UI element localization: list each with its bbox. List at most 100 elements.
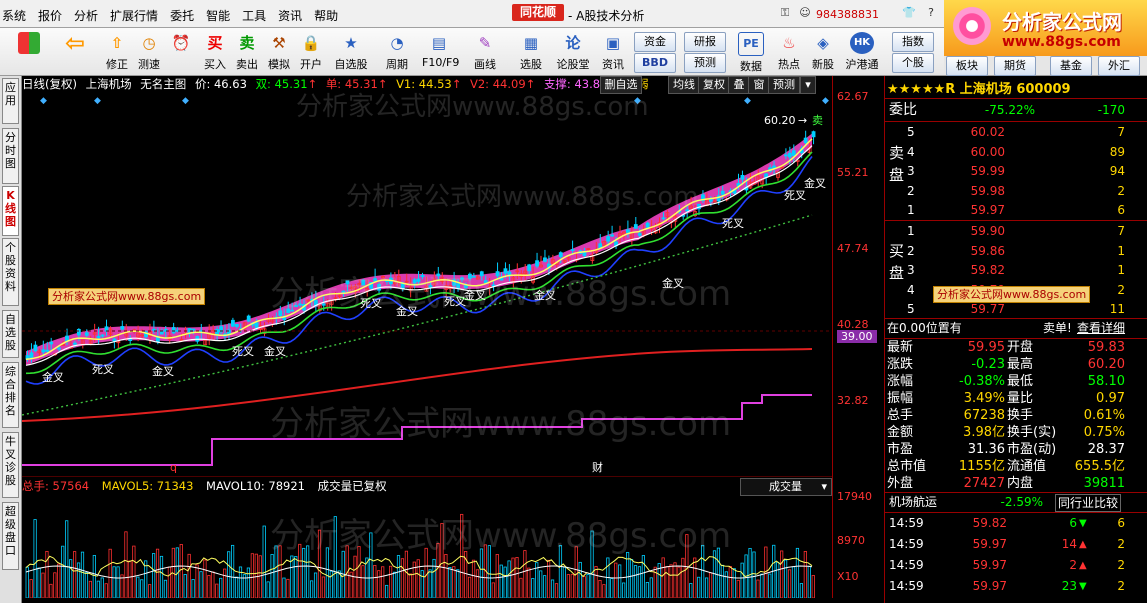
simulate-button[interactable]: ⚒ 模拟	[262, 30, 296, 72]
volume-bar	[527, 567, 531, 598]
f10-button[interactable]: ▤ F10/F9	[422, 30, 459, 72]
tab-ranking[interactable]: 综合排名	[2, 362, 19, 428]
index-button[interactable]: 指数	[892, 32, 934, 52]
stat-value: 39811	[1083, 476, 1125, 491]
sell-signal-label: 卖	[812, 114, 823, 127]
buy-order-row[interactable]: 1 59.90 7	[885, 222, 1147, 241]
menu-smart[interactable]: 智能	[206, 7, 230, 24]
volume-bar	[701, 544, 705, 598]
tab-stock-info[interactable]: 个股资料	[2, 238, 19, 306]
buy-button[interactable]: 买 买入	[198, 30, 232, 72]
indicator-dropdown-value: 成交量	[769, 480, 802, 493]
speedtest-button[interactable]: ◷ 测速	[132, 30, 166, 72]
fix-button[interactable]: ⇧ 修正	[100, 30, 134, 72]
forecast-button[interactable]: 预测	[684, 53, 726, 73]
ma-button[interactable]: 均线	[668, 76, 700, 94]
view-detail-link[interactable]: 查看详细	[1077, 319, 1125, 338]
data-button[interactable]: PE 数据	[734, 30, 768, 73]
back-button[interactable]: ⇦	[58, 30, 92, 72]
window-button[interactable]: 窗	[748, 76, 770, 94]
fund-button[interactable]: 资金	[634, 32, 676, 52]
sell-icon: 卖	[239, 34, 255, 52]
hotspot-button[interactable]: ♨ 热点	[772, 30, 806, 72]
user-icon[interactable]: ☺	[796, 5, 814, 21]
layout-button[interactable]	[12, 30, 46, 72]
menu-help[interactable]: 帮助	[314, 7, 338, 24]
order-volume: 2	[1117, 282, 1125, 297]
sector-button[interactable]: 板块	[946, 56, 988, 76]
tab-intraday[interactable]: 分时图	[2, 128, 19, 184]
tab-apps[interactable]: 应用	[2, 78, 19, 124]
remove-watchlist-button[interactable]: 删自选	[600, 76, 642, 94]
volume-bar	[155, 548, 160, 598]
menu-trade[interactable]: 委托	[170, 7, 194, 24]
stat-label: 涨跌	[887, 357, 914, 372]
bbd-button[interactable]: BBD	[634, 53, 676, 73]
indicator-dropdown[interactable]: 成交量 ▾	[740, 478, 832, 496]
tab-super-book[interactable]: 超级盘口	[2, 502, 19, 570]
research-button[interactable]: 研报	[684, 32, 726, 52]
buy-order-row[interactable]: 3 59.82 1	[885, 261, 1147, 280]
sell-button[interactable]: 卖 卖出	[230, 30, 264, 72]
candle-body	[645, 222, 650, 228]
volume-bar	[207, 575, 211, 598]
sell-order-text: 卖单!	[1043, 321, 1072, 335]
funds-button[interactable]: 基金	[1050, 56, 1092, 76]
help-icon[interactable]: ?	[922, 5, 940, 21]
tab-diagnosis[interactable]: 牛叉诊股	[2, 432, 19, 498]
sector-name[interactable]: 机场航运	[889, 493, 937, 512]
forum-button[interactable]: 论 论股堂	[556, 30, 590, 72]
sell-order-row[interactable]: 4 60.00 89	[885, 143, 1147, 162]
volume-bar	[408, 573, 412, 598]
candle-body	[171, 327, 176, 334]
volume-chart[interactable]	[22, 495, 832, 598]
industry-compare-button[interactable]: 同行业比较	[1055, 494, 1122, 512]
stock-button[interactable]: 个股	[892, 53, 934, 73]
adjust-button[interactable]: 复权	[698, 76, 730, 94]
tab-kline[interactable]: K线图	[2, 186, 19, 236]
order-price: 59.97	[970, 203, 1005, 217]
ad-banner[interactable]: 分析家公式网www.88gs.com	[48, 288, 206, 305]
candle-body	[57, 347, 61, 350]
clock-button[interactable]: ⏰	[164, 30, 198, 72]
menu-tools[interactable]: 工具	[242, 7, 266, 24]
hk-connect-button[interactable]: HK 沪港通	[842, 30, 882, 72]
candle-body	[495, 271, 500, 277]
sell-order-row[interactable]: 1 59.97 6	[885, 201, 1147, 220]
period-button[interactable]: ◔ 周期	[380, 30, 414, 72]
volume-bar	[65, 520, 69, 598]
sell-order-row[interactable]: 3 59.99 94	[885, 162, 1147, 181]
volume-bar	[491, 582, 495, 598]
stat-value: -0.38%	[959, 374, 1005, 389]
menu-analysis[interactable]: 分析	[74, 7, 98, 24]
sell-order-row[interactable]: 2 59.98 2	[885, 182, 1147, 201]
volume-bar	[562, 566, 567, 598]
buy-order-row[interactable]: 2 59.86 1	[885, 242, 1147, 261]
futures-button[interactable]: 期货	[994, 56, 1036, 76]
volume-bar	[53, 572, 57, 598]
chart-dropdown-arrow[interactable]: ▾	[800, 76, 816, 94]
stat-label: 市盈(动)	[1007, 442, 1057, 457]
menu-news[interactable]: 资讯	[278, 7, 302, 24]
news-button[interactable]: ▣ 资讯	[596, 30, 630, 72]
candle-body	[436, 273, 441, 277]
shirt-icon[interactable]: 👕	[900, 5, 918, 21]
sell-order-row[interactable]: 5 60.02 7	[885, 123, 1147, 142]
key-icon[interactable]: ⚿	[776, 5, 794, 21]
open-account-button[interactable]: 🔒 开户	[294, 30, 328, 72]
death-cross-label: 死叉	[232, 345, 254, 358]
kline-chart[interactable]: ◆ ◆ ◆ ◆ ◆ ◆金叉死叉 金叉死叉 金叉死叉金叉死叉金叉 金叉金叉死叉死叉金叉60.20 →…	[22, 93, 832, 477]
stock-picker-button[interactable]: ▦ 选股	[514, 30, 548, 72]
menu-system[interactable]: 系统	[2, 7, 26, 24]
candle-body	[191, 328, 196, 331]
menu-extended-quote[interactable]: 扩展行情	[110, 7, 158, 24]
watchlist-button[interactable]: ★ 自选股	[334, 30, 368, 72]
overlay-button[interactable]: 叠	[728, 76, 750, 94]
predict-button[interactable]: 预测	[768, 76, 800, 94]
draw-line-button[interactable]: ✎ 画线	[468, 30, 502, 72]
ad-banner[interactable]: 分析家公式网www.88gs.com	[933, 286, 1091, 303]
forex-button[interactable]: 外汇	[1098, 56, 1140, 76]
new-stock-button[interactable]: ◈ 新股	[806, 30, 840, 72]
tab-watchlist[interactable]: 自选股	[2, 310, 19, 358]
menu-quote[interactable]: 报价	[38, 7, 62, 24]
